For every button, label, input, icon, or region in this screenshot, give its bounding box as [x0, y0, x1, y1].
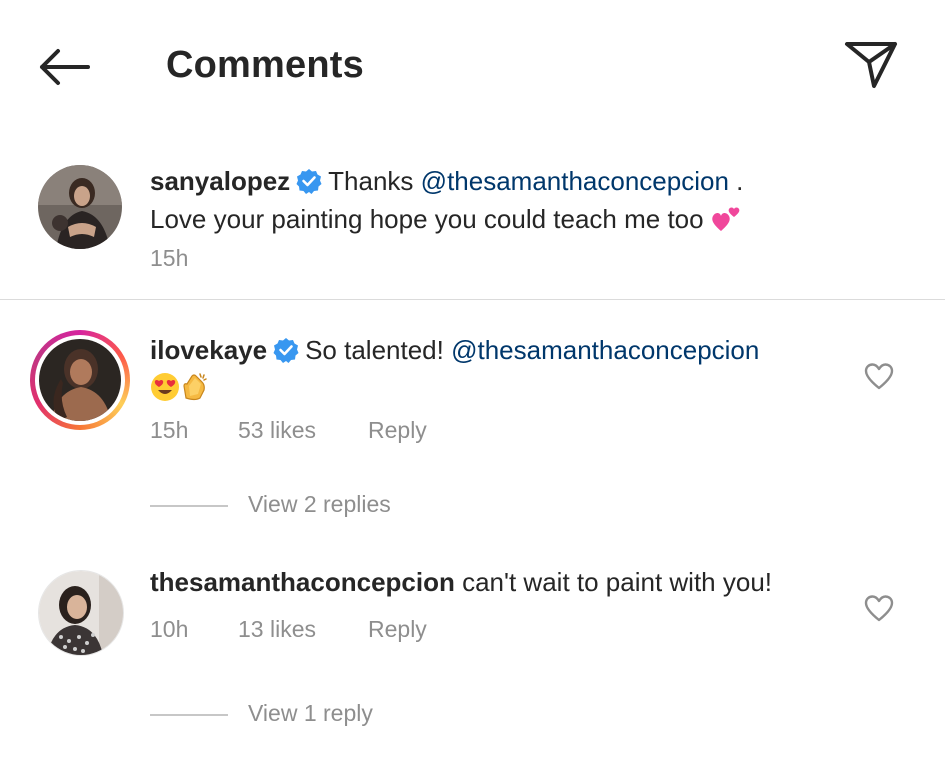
comment-meta: 15h 53 likes Reply	[150, 417, 427, 444]
caption-text: sanyalopez Thanks @thesamanthaconcepcion…	[150, 162, 850, 238]
like-button[interactable]	[864, 362, 894, 390]
username[interactable]: sanyalopez	[150, 166, 290, 196]
comment-time: 10h	[150, 616, 189, 642]
avatar	[39, 339, 121, 421]
like-button[interactable]	[864, 594, 894, 622]
comment-text-part: So talented!	[305, 335, 452, 365]
mention-link[interactable]: @thesamanthaconcepcion	[421, 166, 729, 196]
caption-meta: 15h	[150, 245, 188, 272]
heart-outline-icon	[864, 595, 894, 622]
comment-text: thesamanthaconcepcion can't wait to pain…	[150, 563, 850, 601]
reply-button[interactable]: Reply	[368, 417, 427, 444]
avatar[interactable]	[38, 165, 122, 249]
verified-badge-icon	[273, 338, 299, 363]
header-bar: Comments	[0, 0, 945, 130]
view-replies-button[interactable]: View 2 replies	[150, 491, 391, 518]
likes-count[interactable]: 53 likes	[238, 417, 368, 444]
caption-text-part: .	[728, 166, 744, 196]
arrow-left-icon	[40, 49, 90, 85]
comment-body: can't wait to paint with you!	[462, 567, 772, 597]
view-replies-label: View 1 reply	[248, 700, 373, 726]
back-button[interactable]	[36, 46, 92, 88]
caption-text-line2: Love your painting hope you could teach …	[150, 204, 704, 234]
page-title: Comments	[166, 44, 364, 86]
comment-text: ilovekaye So talented! @thesamanthaconce…	[150, 331, 850, 407]
heart-outline-icon	[864, 363, 894, 390]
username[interactable]: thesamanthaconcepcion	[150, 567, 455, 597]
two-hearts-emoji	[712, 207, 740, 231]
caption-comment: sanyalopez Thanks @thesamanthaconcepcion…	[0, 150, 945, 300]
heart-eyes-emoji	[151, 373, 179, 401]
share-button[interactable]	[842, 38, 900, 90]
paper-plane-icon	[845, 42, 897, 88]
comment-time: 15h	[150, 245, 189, 271]
clapping-hands-emoji	[183, 373, 207, 401]
mention-link[interactable]: @thesamanthaconcepcion	[451, 335, 759, 365]
reply-button[interactable]: Reply	[368, 616, 427, 643]
comment-meta: 10h 13 likes Reply	[150, 616, 427, 643]
view-replies-label: View 2 replies	[248, 491, 391, 517]
story-ring[interactable]	[30, 330, 130, 430]
replies-line	[150, 505, 228, 507]
divider	[0, 299, 945, 300]
verified-badge-icon	[296, 169, 322, 194]
username[interactable]: ilovekaye	[150, 335, 267, 365]
caption-text-part: Thanks	[328, 166, 421, 196]
replies-line	[150, 714, 228, 716]
likes-count[interactable]: 13 likes	[238, 616, 368, 643]
avatar[interactable]	[38, 570, 124, 656]
comment-time: 15h	[150, 417, 189, 443]
view-replies-button[interactable]: View 1 reply	[150, 700, 373, 727]
